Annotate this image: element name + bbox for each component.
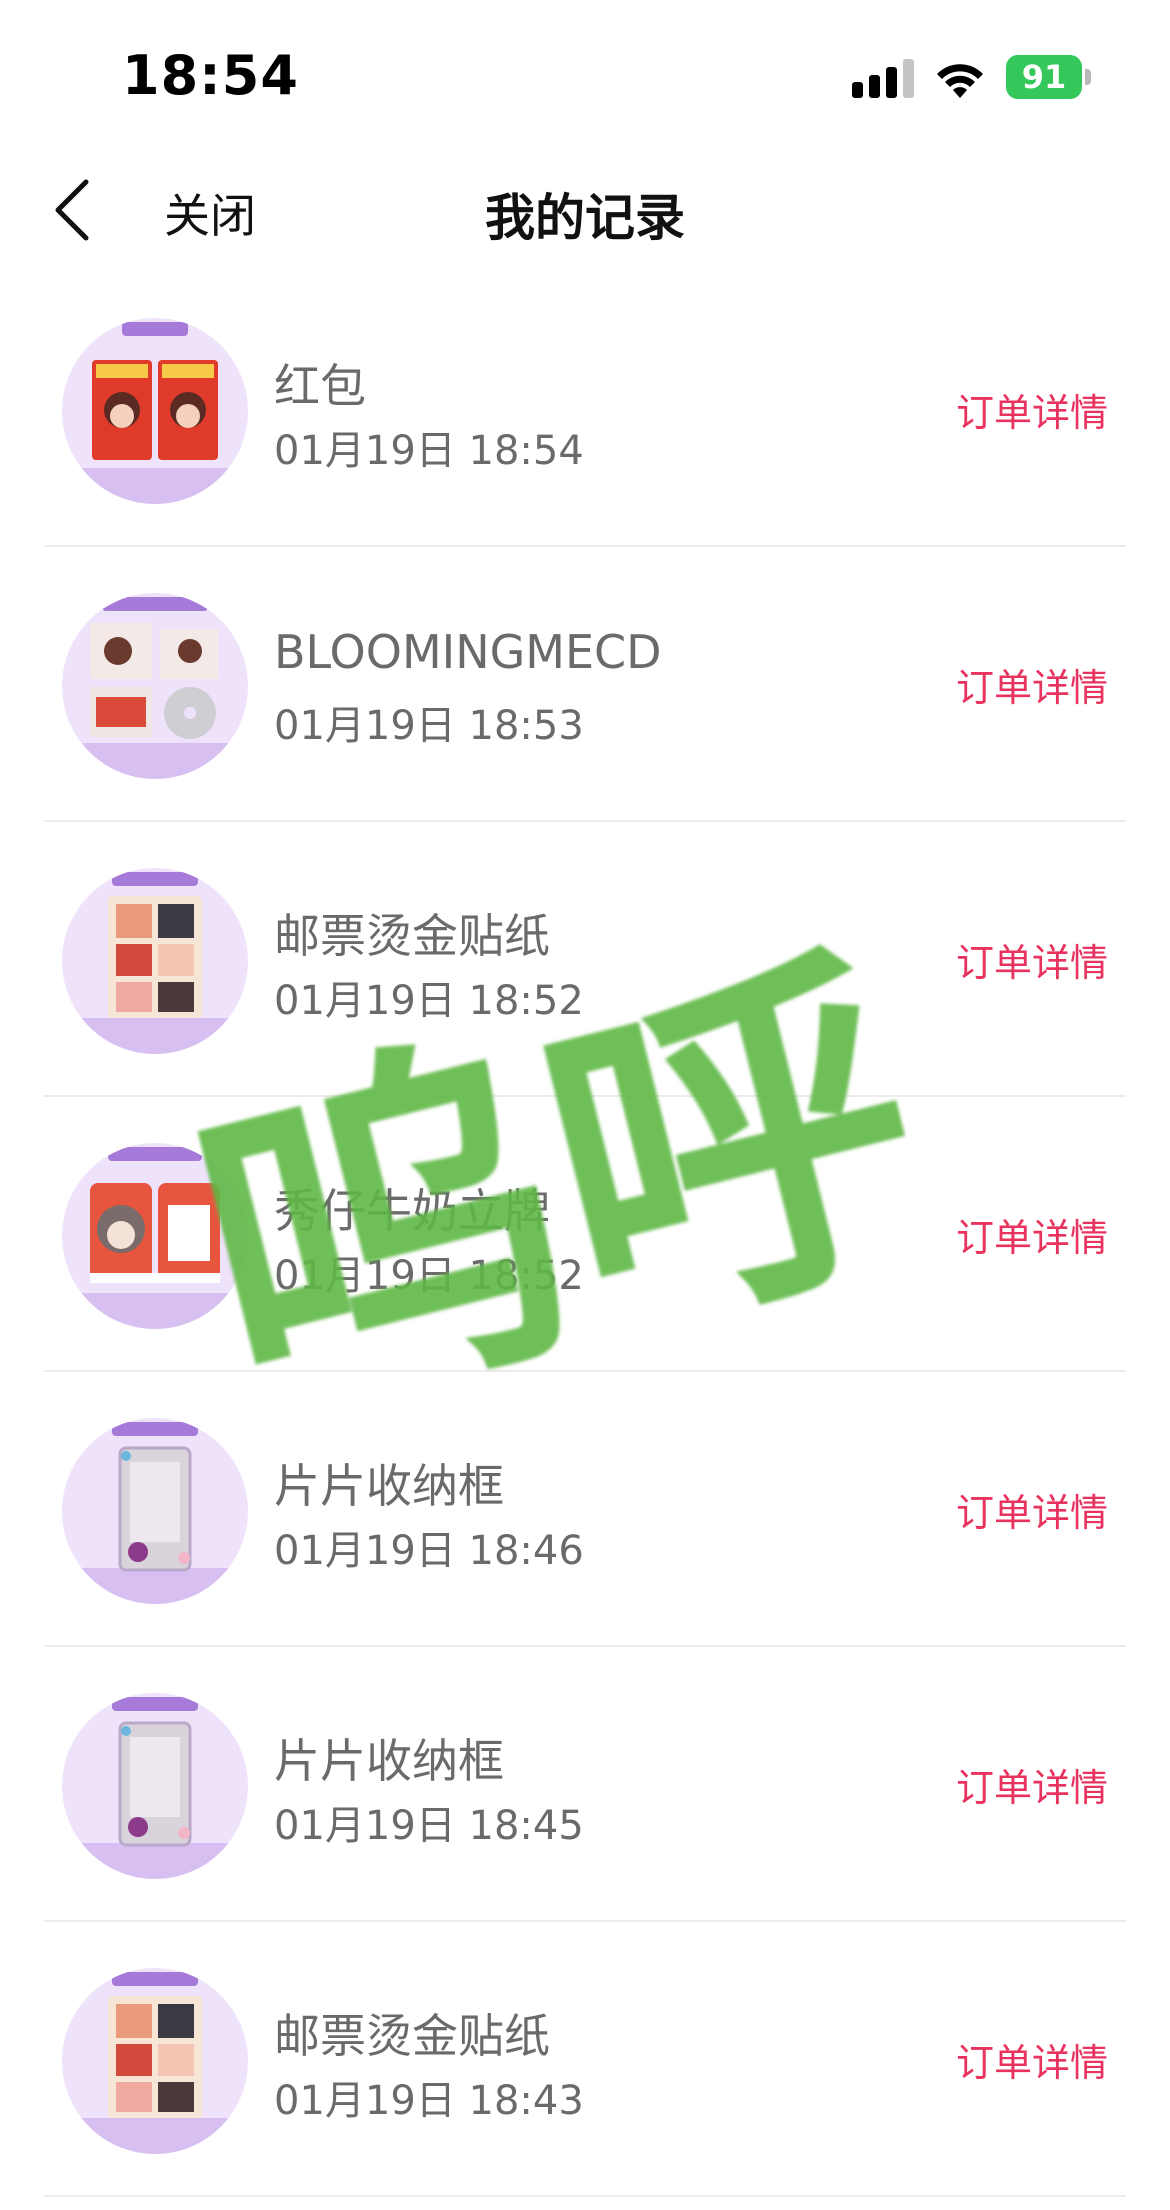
record-time: 01月19日 18:45	[274, 1803, 584, 1849]
record-row[interactable]: BLOOMINGMECD 01月19日 18:53 订单详情	[0, 547, 1170, 822]
order-detail-link[interactable]: 订单详情	[956, 382, 1108, 437]
record-time: 01月19日 18:43	[274, 2078, 584, 2124]
battery-level: 91	[1021, 58, 1067, 96]
record-row[interactable]: 秀仔牛奶立牌 01月19日 18:52 订单详情	[0, 1097, 1170, 1372]
back-button[interactable]	[40, 170, 104, 250]
record-row[interactable]: 邮票烫金贴纸 01月19日 18:43 订单详情	[0, 1922, 1170, 2197]
record-name: 片片收纳框	[274, 1459, 504, 1513]
record-list: 红包 01月19日 18:54 订单详情 BLOOMINGMECD 01月19日…	[0, 272, 1170, 2197]
record-name: 邮票烫金贴纸	[274, 2009, 550, 2063]
record-row[interactable]: 红包 01月19日 18:54 订单详情	[0, 272, 1170, 547]
status-time: 18:54	[122, 44, 299, 107]
red-envelope-thumbnail-icon	[62, 318, 248, 504]
record-row[interactable]: 邮票烫金贴纸 01月19日 18:52 订单详情	[0, 822, 1170, 1097]
order-detail-link[interactable]: 订单详情	[956, 1207, 1108, 1262]
record-time: 01月19日 18:53	[274, 703, 584, 749]
record-name: 片片收纳框	[274, 1734, 504, 1788]
chevron-left-icon	[55, 179, 89, 241]
record-name: 邮票烫金贴纸	[274, 909, 550, 963]
milk-stand-thumbnail-icon	[62, 1143, 248, 1329]
record-name: 秀仔牛奶立牌	[274, 1184, 550, 1238]
divider	[44, 2195, 1126, 2197]
order-detail-link[interactable]: 订单详情	[956, 1757, 1108, 1812]
record-time: 01月19日 18:54	[274, 428, 584, 474]
cd-album-thumbnail-icon	[62, 593, 248, 779]
battery-icon: 91	[1006, 55, 1091, 99]
order-detail-link[interactable]: 订单详情	[956, 1482, 1108, 1537]
order-detail-link[interactable]: 订单详情	[956, 657, 1108, 712]
record-time: 01月19日 18:46	[274, 1528, 584, 1574]
stamp-sticker-thumbnail-icon	[62, 1968, 248, 2154]
wifi-icon	[937, 64, 983, 98]
record-time: 01月19日 18:52	[274, 1253, 584, 1299]
status-bar: 18:54 91	[0, 0, 1170, 150]
nav-bar: 关闭 我的记录	[0, 150, 1170, 270]
order-detail-link[interactable]: 订单详情	[956, 932, 1108, 987]
record-row[interactable]: 片片收纳框 01月19日 18:46 订单详情	[0, 1372, 1170, 1647]
record-time: 01月19日 18:52	[274, 978, 584, 1024]
stamp-sticker-thumbnail-icon	[62, 868, 248, 1054]
record-name: BLOOMINGMECD	[274, 625, 662, 679]
cellular-signal-icon	[852, 59, 914, 98]
order-detail-link[interactable]: 订单详情	[956, 2032, 1108, 2087]
card-frame-thumbnail-icon	[62, 1693, 248, 1879]
record-row[interactable]: 片片收纳框 01月19日 18:45 订单详情	[0, 1647, 1170, 1922]
record-name: 红包	[274, 359, 366, 413]
card-frame-thumbnail-icon	[62, 1418, 248, 1604]
close-button[interactable]: 关闭	[164, 180, 256, 246]
